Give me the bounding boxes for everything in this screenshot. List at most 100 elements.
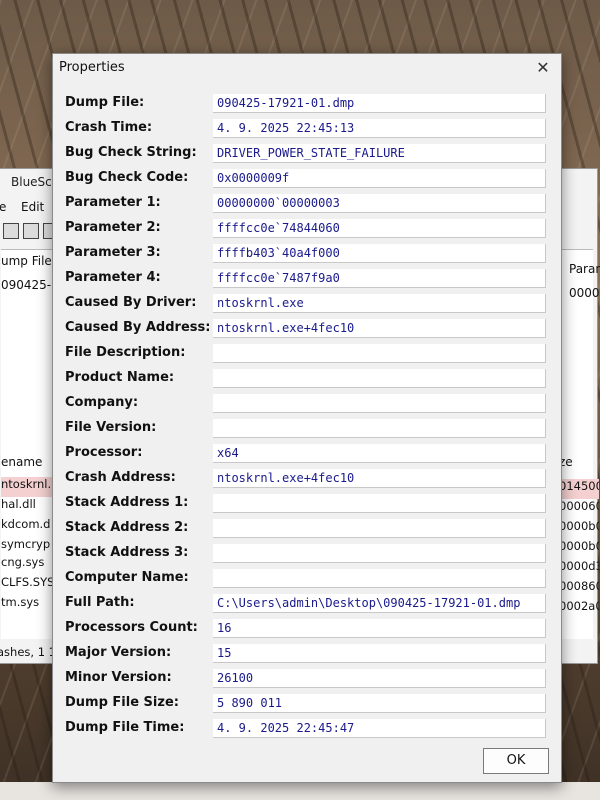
driver-size[interactable]: 000060 (559, 499, 599, 519)
property-label: Parameter 4: (65, 270, 161, 285)
property-value-field[interactable] (213, 419, 546, 438)
property-value-field[interactable] (213, 344, 546, 363)
property-value-field[interactable]: ntoskrnl.exe+4fec10 (213, 469, 546, 488)
property-value-field[interactable]: DRIVER_POWER_STATE_FAILURE (213, 144, 546, 163)
property-row: Processor: x64 (53, 442, 561, 467)
property-label: Crash Time: (65, 120, 153, 135)
property-label: Parameter 1: (65, 195, 161, 210)
property-value-field[interactable]: x64 (213, 444, 546, 463)
driver-row[interactable]: cng.sys (1, 555, 53, 575)
property-value-field[interactable] (213, 569, 546, 588)
property-row: Stack Address 3: (53, 542, 561, 567)
property-label: Product Name: (65, 370, 175, 385)
driver-size[interactable]: 0002a0 (559, 599, 599, 619)
property-value-field[interactable]: ffffb403`40a4f000 (213, 244, 546, 263)
property-value-field[interactable]: ffffcc0e`74844060 (213, 219, 546, 238)
property-value-field[interactable] (213, 369, 546, 388)
driver-size[interactable]: 0000d30 (559, 559, 599, 579)
property-row: Parameter 1: 00000000`00000003 (53, 192, 561, 217)
column-parameter[interactable]: Paran (569, 262, 600, 276)
property-label: Stack Address 2: (65, 520, 189, 535)
property-row: Parameter 3: ffffb403`40a4f000 (53, 242, 561, 267)
property-label: Major Version: (65, 645, 172, 660)
property-row: Crash Time: 4. 9. 2025 22:45:13 (53, 117, 561, 142)
property-row: Crash Address: ntoskrnl.exe+4fec10 (53, 467, 561, 492)
property-row: Dump File Size: 5 890 011 (53, 692, 561, 717)
property-row: Minor Version: 26100 (53, 667, 561, 692)
property-value-field[interactable]: 00000000`00000003 (213, 194, 546, 213)
driver-size[interactable]: 0000b0 (559, 519, 599, 539)
window-title: BlueScr (11, 175, 57, 189)
property-row: Product Name: (53, 367, 561, 392)
property-row: Bug Check Code: 0x0000009f (53, 167, 561, 192)
menu-item-edit[interactable]: Edit (21, 200, 44, 214)
property-row: Major Version: 15 (53, 642, 561, 667)
property-label: Parameter 2: (65, 220, 161, 235)
property-row: File Version: (53, 417, 561, 442)
property-value-field[interactable]: 4. 9. 2025 22:45:13 (213, 119, 546, 138)
property-label: Processors Count: (65, 620, 198, 635)
property-value-field[interactable] (213, 519, 546, 538)
driver-size[interactable]: 000860 (559, 579, 599, 599)
save-icon[interactable] (23, 223, 39, 239)
ok-button[interactable]: OK (483, 748, 549, 774)
dump-row-file[interactable]: 090425-1 (1, 278, 59, 292)
driver-row[interactable]: tm.sys (1, 595, 53, 615)
driver-row[interactable]: ntoskrnl. (1, 477, 53, 497)
status-bar: ashes, 1 1 (0, 645, 56, 659)
close-icon[interactable]: ✕ (533, 58, 553, 78)
property-label: Caused By Address: (65, 320, 211, 335)
column-dump-file[interactable]: ump File (1, 254, 52, 268)
property-value-field[interactable]: ffffcc0e`7487f9a0 (213, 269, 546, 288)
driver-row[interactable]: kdcom.d (1, 517, 53, 537)
driver-size[interactable]: 014500 (559, 479, 599, 499)
column-filename[interactable]: ename (1, 455, 42, 469)
desk-edge (0, 782, 600, 800)
property-row: Full Path: C:\Users\admin\Desktop\090425-… (53, 592, 561, 617)
menu-item-file[interactable]: e (0, 200, 6, 214)
property-value-field[interactable]: 16 (213, 619, 546, 638)
property-row: Computer Name: (53, 567, 561, 592)
property-value-field[interactable]: 090425-17921-01.dmp (213, 94, 546, 113)
property-value-field[interactable] (213, 394, 546, 413)
property-label: File Description: (65, 345, 186, 360)
property-row: Dump File Time: 4. 9. 2025 22:45:47 (53, 717, 561, 742)
property-label: Company: (65, 395, 139, 410)
driver-row[interactable]: hal.dll (1, 497, 53, 517)
property-label: Stack Address 1: (65, 495, 189, 510)
property-label: Full Path: (65, 595, 135, 610)
property-label: Minor Version: (65, 670, 172, 685)
property-label: Stack Address 3: (65, 545, 189, 560)
property-value-field[interactable]: 0x0000009f (213, 169, 546, 188)
property-label: Computer Name: (65, 570, 189, 585)
property-label: Bug Check Code: (65, 170, 189, 185)
property-value-field[interactable]: ntoskrnl.exe (213, 294, 546, 313)
property-value-field[interactable]: ntoskrnl.exe+4fec10 (213, 319, 546, 338)
property-value-field[interactable]: 26100 (213, 669, 546, 688)
property-row: Caused By Address: ntoskrnl.exe+4fec10 (53, 317, 561, 342)
property-value-field[interactable]: C:\Users\admin\Desktop\090425-17921-01.d… (213, 594, 546, 613)
property-label: Parameter 3: (65, 245, 161, 260)
property-label: Crash Address: (65, 470, 176, 485)
property-row: Processors Count: 16 (53, 617, 561, 642)
property-value-field[interactable]: 4. 9. 2025 22:45:47 (213, 719, 546, 738)
property-label: Caused By Driver: (65, 295, 197, 310)
property-value-field[interactable] (213, 494, 546, 513)
driver-size[interactable]: 0000b0 (559, 539, 599, 559)
open-icon[interactable] (3, 223, 19, 239)
property-row: Caused By Driver: ntoskrnl.exe (53, 292, 561, 317)
property-value-field[interactable]: 5 890 011 (213, 694, 546, 713)
property-row: Bug Check String: DRIVER_POWER_STATE_FAIL… (53, 142, 561, 167)
properties-dialog[interactable]: Properties ✕ Dump File: 090425-17921-01.d… (52, 53, 562, 783)
driver-row[interactable]: symcryp (1, 537, 53, 557)
dump-row-param[interactable]: 00000 (569, 286, 600, 300)
property-value-field[interactable]: 15 (213, 644, 546, 663)
property-row: Stack Address 2: (53, 517, 561, 542)
property-row: Company: (53, 392, 561, 417)
property-label: Dump File Time: (65, 720, 185, 735)
property-row: File Description: (53, 342, 561, 367)
driver-row[interactable]: CLFS.SYS (1, 575, 53, 595)
property-label: Bug Check String: (65, 145, 197, 160)
property-row: Parameter 2: ffffcc0e`74844060 (53, 217, 561, 242)
property-value-field[interactable] (213, 544, 546, 563)
